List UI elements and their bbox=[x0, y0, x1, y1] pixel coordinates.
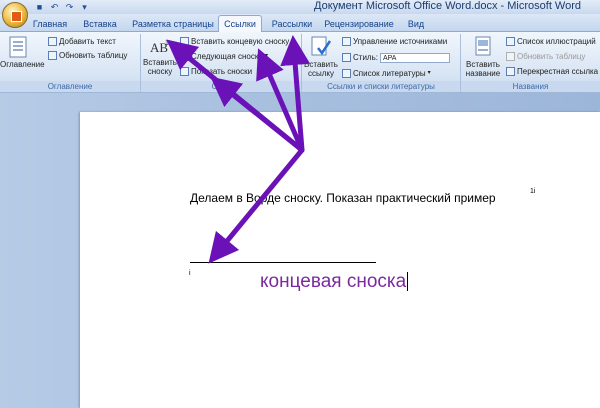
ribbon-tabs: Главная Вставка Разметка страницы Ссылки… bbox=[0, 14, 600, 32]
ribbon: Оглавление Добавить текст Обновить табли… bbox=[0, 32, 600, 92]
show-notes-button[interactable]: Показать сноски bbox=[180, 66, 252, 77]
title-bar: ■ ↶ ↷ ▾ Документ Microsoft Office Word.d… bbox=[0, 0, 600, 14]
style-icon bbox=[342, 53, 351, 62]
insert-caption-label: Вставить название bbox=[465, 60, 501, 78]
toc-label: Оглавление bbox=[0, 60, 45, 69]
footnotes-group-label: Снос bbox=[141, 81, 301, 92]
redo-icon[interactable]: ↷ bbox=[64, 2, 75, 13]
table-of-figures-label: Список иллюстраций bbox=[517, 37, 596, 46]
document-workspace: Делаем в Ворде сноску. Показан практичес… bbox=[0, 93, 600, 408]
table-of-figures-icon bbox=[506, 37, 515, 46]
insert-citation-label: Вставить ссылку bbox=[304, 60, 338, 78]
svg-text:1: 1 bbox=[165, 40, 169, 47]
next-footnote-icon bbox=[180, 52, 189, 61]
endnote-separator bbox=[190, 262, 376, 263]
endnote-text-content: концевая сноска bbox=[260, 271, 407, 292]
table-of-figures-button[interactable]: Список иллюстраций bbox=[506, 36, 596, 47]
next-footnote-label: Следующая сноска bbox=[191, 52, 263, 61]
footnote-reference: 1i bbox=[530, 188, 536, 195]
tab-review[interactable]: Рецензирование bbox=[322, 16, 396, 32]
add-text-button[interactable]: Добавить текст bbox=[48, 36, 116, 47]
citations-group-label: Ссылки и списки литературы bbox=[302, 81, 460, 92]
insert-endnote-button[interactable]: Вставить концевую сноску bbox=[180, 36, 289, 47]
office-button[interactable] bbox=[2, 2, 28, 28]
update-figures-label: Обновить таблицу bbox=[517, 52, 586, 61]
text-cursor bbox=[407, 272, 409, 292]
update-toc-button[interactable]: Обновить таблицу bbox=[48, 50, 127, 61]
endnote-icon bbox=[180, 37, 189, 46]
insert-footnote-label: Вставить сноску bbox=[143, 58, 177, 76]
endnote-mark: i bbox=[189, 270, 191, 277]
insert-citation-button[interactable]: Вставить ссылку bbox=[304, 36, 338, 78]
chevron-down-icon: ▾ bbox=[427, 70, 431, 76]
caption-icon bbox=[475, 36, 491, 56]
cross-reference-label: Перекрестная ссылка bbox=[517, 67, 599, 76]
style-selector[interactable]: Стиль: APA bbox=[342, 52, 450, 63]
update-toc-icon bbox=[48, 51, 57, 60]
citation-icon bbox=[311, 36, 332, 56]
manage-sources-button[interactable]: Управление источниками bbox=[342, 36, 447, 47]
save-icon[interactable]: ■ bbox=[34, 2, 45, 13]
update-figures-icon bbox=[506, 52, 515, 61]
bibliography-icon bbox=[342, 69, 351, 78]
insert-caption-button[interactable]: Вставить название bbox=[462, 36, 504, 78]
style-label: Стиль: bbox=[353, 53, 378, 62]
style-dropdown[interactable]: APA bbox=[379, 52, 450, 63]
insert-endnote-label: Вставить концевую сноску bbox=[191, 37, 290, 46]
cross-reference-button[interactable]: Перекрестная ссылка bbox=[506, 66, 598, 77]
document-body-text[interactable]: Делаем в Ворде сноску. Показан практичес… bbox=[190, 191, 496, 205]
endnote-text[interactable]: концевая сноска bbox=[260, 271, 409, 293]
bibliography-button[interactable]: Список литературы ▾ bbox=[342, 68, 431, 79]
show-notes-icon bbox=[180, 67, 189, 76]
add-text-label: Добавить текст bbox=[59, 37, 116, 46]
update-figures-button: Обновить таблицу bbox=[506, 51, 585, 62]
next-footnote-button[interactable]: Следующая сноска ▾ bbox=[180, 51, 268, 62]
manage-sources-label: Управление источниками bbox=[353, 37, 448, 46]
add-text-icon bbox=[48, 37, 57, 46]
toc-group-label: Оглавление bbox=[0, 81, 140, 92]
tab-view[interactable]: Вид bbox=[404, 16, 428, 32]
window-title: Документ Microsoft Office Word.docx - Mi… bbox=[314, 0, 582, 12]
customize-qat-icon[interactable]: ▾ bbox=[79, 2, 90, 13]
manage-sources-icon bbox=[342, 37, 351, 46]
undo-icon[interactable]: ↶ bbox=[49, 2, 60, 13]
show-notes-label: Показать сноски bbox=[191, 67, 253, 76]
chevron-down-icon: ▾ bbox=[264, 53, 268, 59]
document-page[interactable]: Делаем в Ворде сноску. Показан практичес… bbox=[80, 112, 600, 408]
footnote-ab-icon: AB1 bbox=[150, 40, 169, 55]
toc-icon bbox=[9, 36, 27, 58]
tab-home[interactable]: Главная bbox=[28, 16, 72, 32]
bibliography-label: Список литературы bbox=[353, 69, 426, 78]
tab-references[interactable]: Ссылки bbox=[218, 15, 262, 32]
tab-page-layout[interactable]: Разметка страницы bbox=[126, 16, 220, 32]
tab-mailings[interactable]: Рассылки bbox=[268, 16, 316, 32]
captions-group-label: Названия bbox=[461, 81, 600, 92]
update-toc-label: Обновить таблицу bbox=[59, 51, 128, 60]
insert-footnote-button[interactable]: AB 1 Вставить сноску bbox=[143, 38, 177, 76]
cross-reference-icon bbox=[506, 67, 515, 76]
quick-access-toolbar: ■ ↶ ↷ ▾ bbox=[34, 1, 90, 13]
tab-insert[interactable]: Вставка bbox=[78, 16, 122, 32]
toc-button[interactable]: Оглавление bbox=[0, 36, 45, 69]
